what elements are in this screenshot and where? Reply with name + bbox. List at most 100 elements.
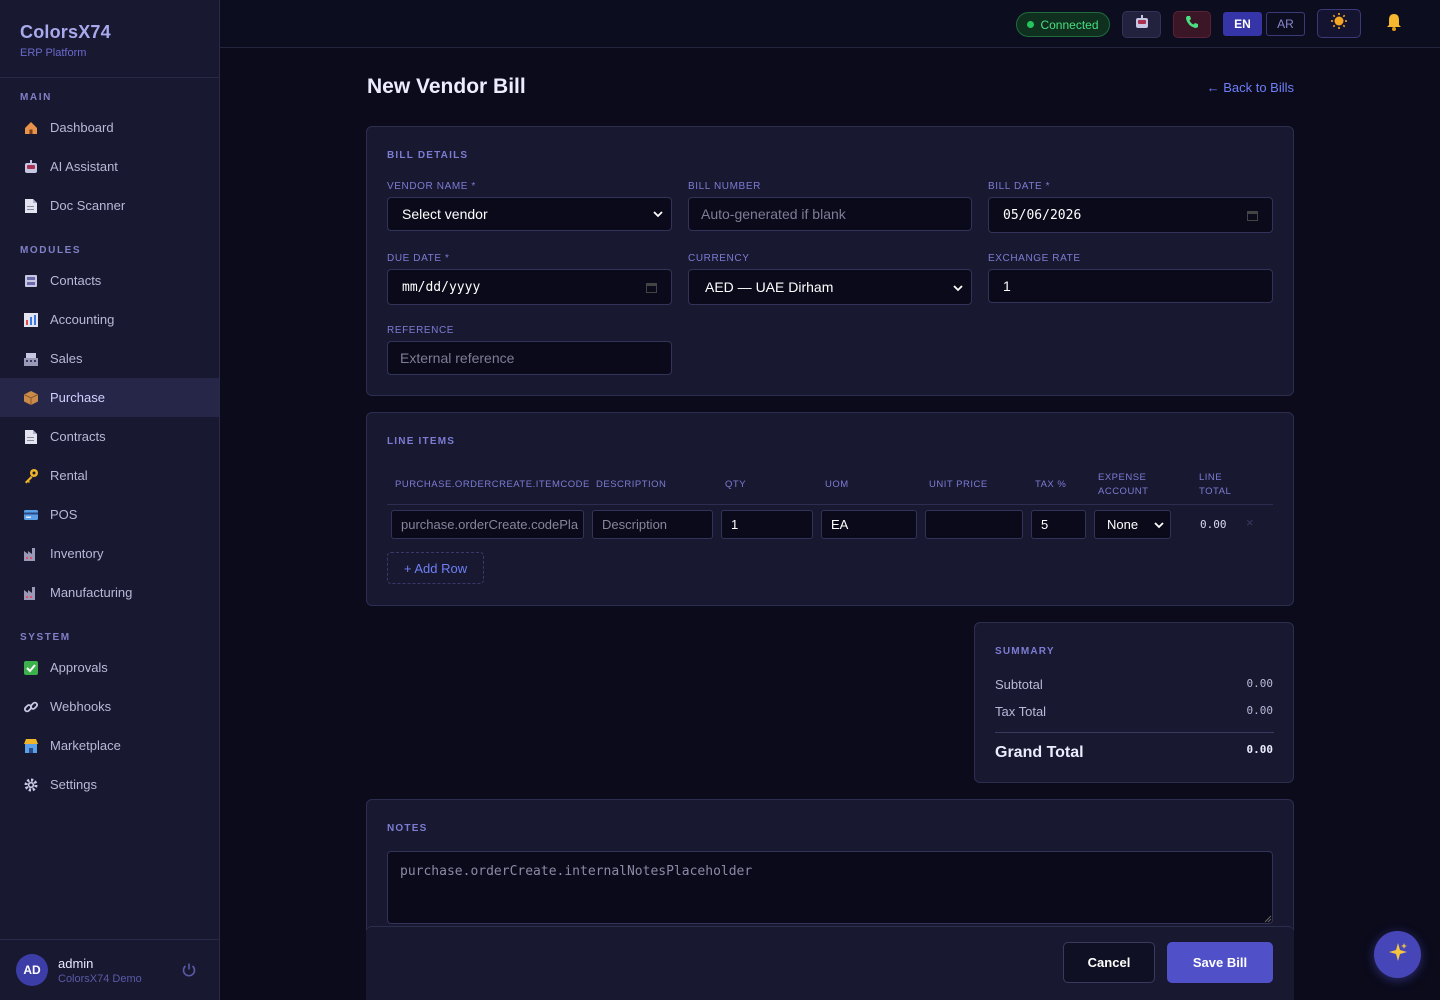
calendar-icon[interactable] bbox=[646, 282, 657, 293]
ai-sparkle-button[interactable] bbox=[1374, 931, 1421, 978]
bill-number-input[interactable]: Auto-generated if blank bbox=[688, 197, 972, 231]
bill-date-input[interactable]: 05/06/2026 bbox=[988, 197, 1273, 233]
sun-icon bbox=[1330, 12, 1348, 35]
back-to-bills-link[interactable]: ← Back to Bills bbox=[1207, 80, 1294, 95]
phone-icon bbox=[1185, 15, 1199, 34]
user-footer: AD admin ColorsX74 Demo bbox=[0, 939, 219, 1000]
sidebar-item-contacts[interactable]: Contacts bbox=[0, 261, 219, 300]
tax-total-label: Tax Total bbox=[995, 704, 1047, 719]
avatar[interactable]: AD bbox=[16, 954, 48, 986]
nav-section-system: SYSTEM bbox=[20, 632, 71, 643]
col-header-expense-account: EXPENSE ACCOUNT bbox=[1098, 471, 1148, 499]
unit-price-input[interactable] bbox=[925, 510, 1023, 539]
bill-date-label: BILL DATE * bbox=[988, 181, 1051, 192]
sidebar-item-label: POS bbox=[50, 507, 78, 522]
uom-input[interactable]: EA bbox=[821, 510, 917, 539]
summary-divider bbox=[995, 732, 1274, 733]
exchange-rate-input[interactable]: 1 bbox=[988, 269, 1273, 303]
sidebar-item-label: Approvals bbox=[50, 660, 108, 675]
currency-select[interactable]: AED — UAE Dirham bbox=[688, 269, 972, 305]
bill-date-value: 05/06/2026 bbox=[1003, 207, 1082, 223]
bill-number-label: BILL NUMBER bbox=[688, 181, 761, 192]
sidebar-item-ai-assistant[interactable]: AI Assistant bbox=[0, 147, 219, 186]
sidebar-item-approvals[interactable]: Approvals bbox=[0, 648, 219, 687]
sidebar-item-pos[interactable]: POS bbox=[0, 495, 219, 534]
reference-input[interactable]: External reference bbox=[387, 341, 672, 375]
lang-en-button[interactable]: EN bbox=[1223, 12, 1262, 36]
theme-toggle-button[interactable] bbox=[1317, 9, 1361, 38]
sidebar-item-manufacturing[interactable]: Manufacturing bbox=[0, 573, 219, 612]
nav-section-main: MAIN bbox=[20, 92, 52, 103]
currency-select-value: AED — UAE Dirham bbox=[705, 279, 834, 295]
col-header-total-line1: LINE bbox=[1199, 472, 1223, 483]
remove-row-icon[interactable]: × bbox=[1246, 515, 1254, 530]
sidebar-item-purchase[interactable]: Purchase bbox=[0, 378, 219, 417]
description-input[interactable]: Description bbox=[592, 510, 713, 539]
sidebar-item-dashboard[interactable]: Dashboard bbox=[0, 108, 219, 147]
brand-name: ColorsX74 bbox=[20, 22, 111, 42]
grand-total-value: 0.00 bbox=[1246, 743, 1274, 756]
sidebar: ColorsX74 ERP Platform MAIN Dashboard AI… bbox=[0, 0, 220, 1000]
item-code-input[interactable]: purchase.orderCreate.codePla bbox=[391, 510, 584, 539]
sidebar-item-label: Dashboard bbox=[50, 120, 114, 135]
package-icon bbox=[22, 389, 40, 407]
due-date-input[interactable]: mm/dd/yyyy bbox=[387, 269, 672, 305]
sidebar-item-label: Contacts bbox=[50, 273, 102, 288]
chevron-down-icon bbox=[953, 285, 963, 292]
sidebar-item-marketplace[interactable]: Marketplace bbox=[0, 726, 219, 765]
sidebar-item-label: Contracts bbox=[50, 429, 106, 444]
col-header-item-code: PURCHASE.ORDERCREATE.ITEMCODE bbox=[395, 479, 590, 490]
sidebar-item-label: Rental bbox=[50, 468, 88, 483]
col-header-expense-line1: EXPENSE bbox=[1098, 472, 1147, 483]
add-row-button[interactable]: + Add Row bbox=[387, 552, 484, 584]
sidebar-item-label: Purchase bbox=[50, 390, 105, 405]
resize-handle-icon[interactable] bbox=[1264, 915, 1272, 923]
save-bill-button[interactable]: Save Bill bbox=[1167, 942, 1273, 983]
line-total-value: 0.00 bbox=[1200, 518, 1227, 531]
calendar-icon[interactable] bbox=[1247, 210, 1258, 221]
expense-account-select[interactable]: None bbox=[1094, 510, 1171, 539]
due-date-placeholder: mm/dd/yyyy bbox=[402, 279, 481, 295]
reference-label: REFERENCE bbox=[387, 325, 455, 336]
line-items-title: LINE ITEMS bbox=[387, 436, 456, 447]
sidebar-item-label: Manufacturing bbox=[50, 585, 133, 600]
notes-textarea[interactable]: purchase.orderCreate.internalNotesPlaceh… bbox=[387, 851, 1273, 924]
qty-input[interactable]: 1 bbox=[721, 510, 813, 539]
document-icon bbox=[22, 428, 40, 446]
sidebar-item-rental[interactable]: Rental bbox=[0, 456, 219, 495]
sidebar-item-inventory[interactable]: Inventory bbox=[0, 534, 219, 573]
chevron-down-icon bbox=[1154, 522, 1164, 529]
col-header-tax: TAX % bbox=[1035, 479, 1067, 490]
col-header-line-total: LINE TOTAL bbox=[1199, 471, 1231, 499]
sidebar-item-sales[interactable]: Sales bbox=[0, 339, 219, 378]
nav-section-modules: MODULES bbox=[20, 245, 82, 256]
ai-assistant-button[interactable] bbox=[1122, 11, 1161, 38]
table-header-divider bbox=[387, 504, 1273, 505]
status-dot-icon bbox=[1027, 21, 1035, 28]
vendor-select-value: Select vendor bbox=[402, 206, 488, 222]
sidebar-item-label: AI Assistant bbox=[50, 159, 118, 174]
notes-title: NOTES bbox=[387, 823, 428, 834]
sidebar-item-label: Accounting bbox=[50, 312, 115, 327]
summary-title: SUMMARY bbox=[995, 646, 1055, 657]
vendor-select[interactable]: Select vendor bbox=[387, 197, 672, 231]
notifications-button[interactable] bbox=[1382, 11, 1406, 38]
contacts-icon bbox=[22, 272, 40, 290]
line-items-card: LINE ITEMS PURCHASE.ORDERCREATE.ITEMCODE… bbox=[366, 412, 1294, 606]
sidebar-item-accounting[interactable]: Accounting bbox=[0, 300, 219, 339]
lang-ar-button[interactable]: AR bbox=[1266, 12, 1305, 36]
key-icon bbox=[22, 467, 40, 485]
tax-input[interactable]: 5 bbox=[1031, 510, 1086, 539]
bill-details-card: BILL DETAILS VENDOR NAME * Select vendor… bbox=[366, 126, 1294, 396]
sidebar-item-webhooks[interactable]: Webhooks bbox=[0, 687, 219, 726]
page-title: New Vendor Bill bbox=[367, 75, 526, 98]
sidebar-item-label: Doc Scanner bbox=[50, 198, 126, 213]
sidebar-item-settings[interactable]: Settings bbox=[0, 765, 219, 804]
sidebar-item-contracts[interactable]: Contracts bbox=[0, 417, 219, 456]
cancel-button[interactable]: Cancel bbox=[1063, 942, 1155, 983]
exchange-rate-label: EXCHANGE RATE bbox=[988, 253, 1081, 264]
sidebar-item-doc-scanner[interactable]: Doc Scanner bbox=[0, 186, 219, 225]
card-icon bbox=[22, 506, 40, 524]
call-button[interactable] bbox=[1173, 11, 1211, 38]
power-icon[interactable] bbox=[181, 962, 199, 980]
